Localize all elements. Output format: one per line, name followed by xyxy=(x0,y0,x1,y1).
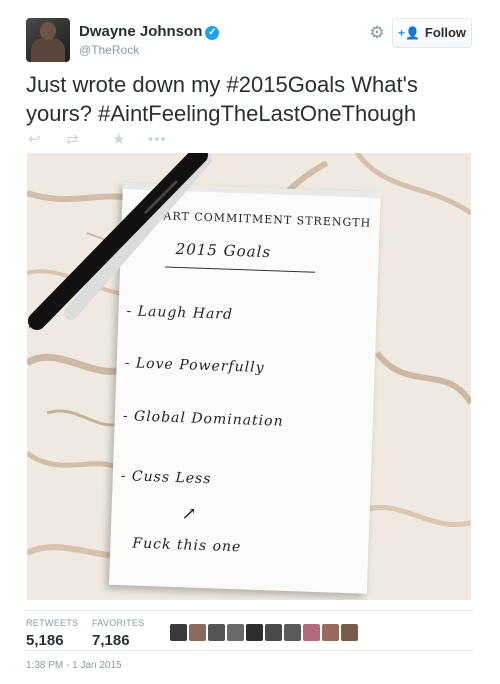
favoriter-avatar[interactable] xyxy=(341,624,358,641)
star-icon[interactable]: ★ xyxy=(112,131,125,149)
retweet-icon[interactable]: ⇄ xyxy=(66,131,79,149)
tweet-photo[interactable]: HEART COMMITMENT STRENGTH 2015 Goals - L… xyxy=(27,153,471,600)
tweet-header: Dwayne Johnson ✓ @TheRock ⚙ +👤 Follow xyxy=(26,18,474,62)
favoriter-avatar[interactable] xyxy=(265,624,282,641)
tweet-text: Just wrote down my #2015Goals What's you… xyxy=(26,72,418,126)
favorites-stat[interactable]: FAVORITES 7,186 xyxy=(92,618,145,649)
favoriter-avatar[interactable] xyxy=(246,624,263,641)
favoriter-avatar[interactable] xyxy=(303,624,320,641)
more-icon[interactable]: ••• xyxy=(148,131,167,149)
pen xyxy=(28,153,212,330)
verified-badge-icon: ✓ xyxy=(205,26,220,40)
divider-top xyxy=(26,610,474,611)
follow-label: Follow xyxy=(424,25,467,40)
divider-bottom xyxy=(26,650,474,651)
favoriter-avatar[interactable] xyxy=(284,624,301,641)
add-person-icon: +👤 xyxy=(397,26,420,40)
retweets-label: RETWEETS xyxy=(26,618,79,628)
favoriter-avatar[interactable] xyxy=(208,624,225,641)
favorites-label: FAVORITES xyxy=(92,618,145,628)
avatar-body xyxy=(31,38,65,62)
favoriter-avatar[interactable] xyxy=(322,624,339,641)
follow-button[interactable]: +👤 Follow xyxy=(392,18,472,48)
gear-icon[interactable]: ⚙ xyxy=(368,24,386,42)
tweet-card: Dwayne Johnson ✓ @TheRock ⚙ +👤 Follow Just… xyxy=(0,0,500,684)
favoriter-avatar[interactable] xyxy=(189,624,206,641)
timestamp[interactable]: 1:38 PM - 1 Jan 2015 xyxy=(26,660,122,671)
reply-icon[interactable]: ↩ xyxy=(28,131,41,149)
user-names[interactable]: Dwayne Johnson ✓ @TheRock xyxy=(79,23,220,57)
user-handle[interactable]: @TheRock xyxy=(79,43,219,57)
favoriter-avatar[interactable] xyxy=(170,624,187,641)
retweets-value: 5,186 xyxy=(26,632,64,649)
display-name[interactable]: Dwayne Johnson xyxy=(79,23,202,40)
avatar-head xyxy=(40,22,56,40)
retweets-stat[interactable]: RETWEETS 5,186 xyxy=(26,618,78,649)
favorites-value: 7,186 xyxy=(92,632,130,649)
avatar[interactable] xyxy=(26,18,70,62)
favoriter-avatar[interactable] xyxy=(227,624,244,641)
